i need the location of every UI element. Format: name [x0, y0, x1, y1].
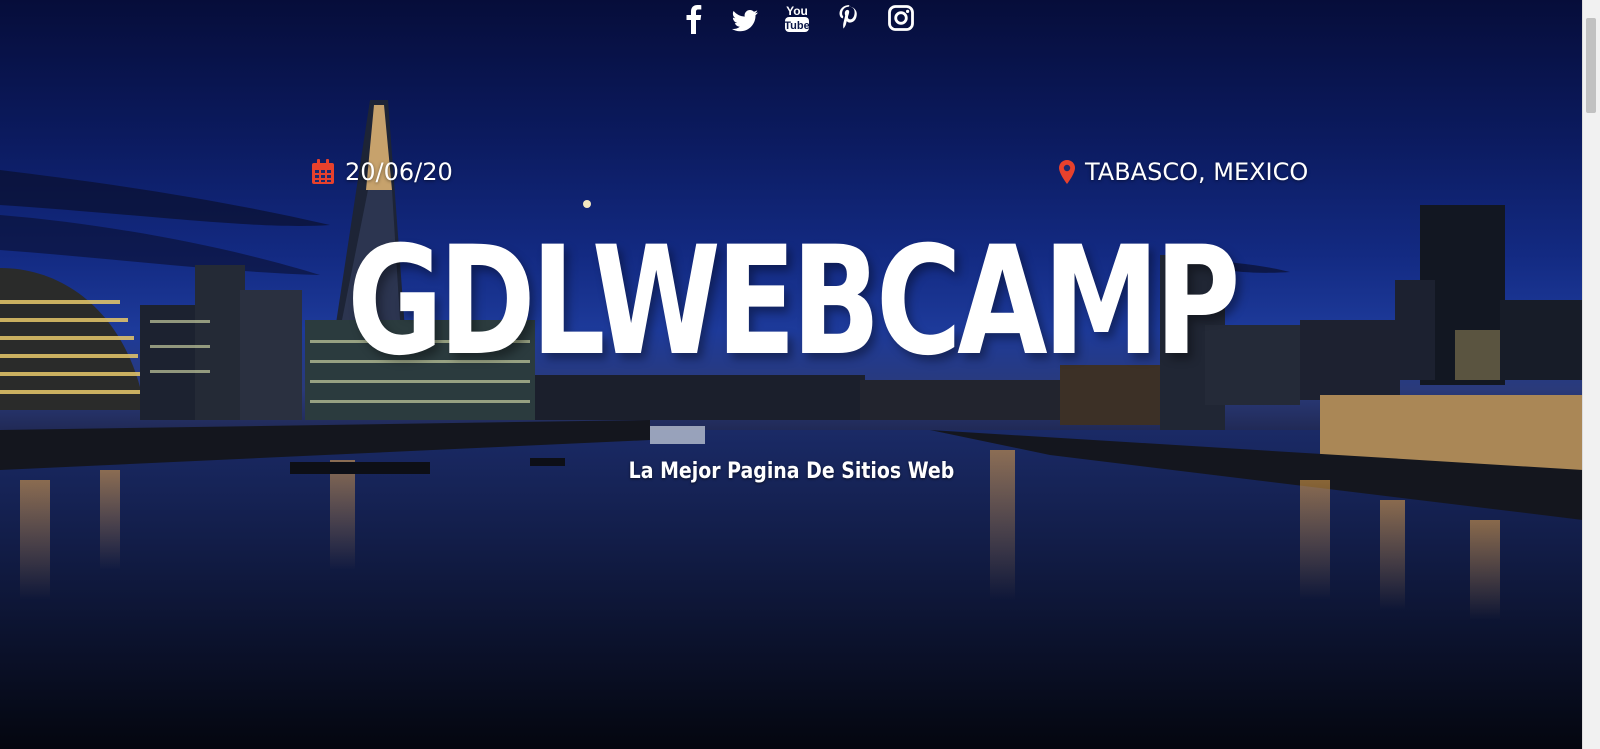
- pinterest-link[interactable]: [835, 2, 863, 36]
- youtube-link[interactable]: You Tube: [783, 2, 811, 36]
- vertical-scrollbar[interactable]: [1582, 0, 1600, 749]
- instagram-icon: [887, 5, 914, 31]
- scrollbar-thumb[interactable]: [1586, 18, 1596, 113]
- event-location-text: TABASCO, MEXICO: [1085, 158, 1309, 186]
- youtube-icon-label-bottom: Tube: [784, 20, 809, 32]
- event-date-text: 20/06/20: [345, 158, 453, 186]
- hero-subtitle: La Mejor Pagina De Sitios Web: [628, 459, 955, 484]
- twitter-link[interactable]: [731, 2, 759, 36]
- youtube-icon-label-top: You: [786, 4, 808, 18]
- map-marker-icon: [1059, 160, 1075, 184]
- hero-section: You Tube 20/06/20 TABASCO, MEXICO GDLWEB…: [0, 0, 1583, 749]
- event-date: 20/06/20: [311, 158, 453, 186]
- youtube-icon: You Tube: [784, 4, 809, 32]
- facebook-icon: [686, 5, 701, 34]
- twitter-icon: [731, 10, 758, 32]
- instagram-link[interactable]: [887, 2, 915, 36]
- event-location: TABASCO, MEXICO: [1059, 158, 1308, 186]
- social-links: You Tube: [0, 2, 1583, 38]
- hero-title: GDLWEBCAMP: [347, 215, 1240, 389]
- facebook-link[interactable]: [679, 2, 707, 36]
- calendar-icon: [312, 159, 334, 184]
- pinterest-icon: [839, 5, 857, 29]
